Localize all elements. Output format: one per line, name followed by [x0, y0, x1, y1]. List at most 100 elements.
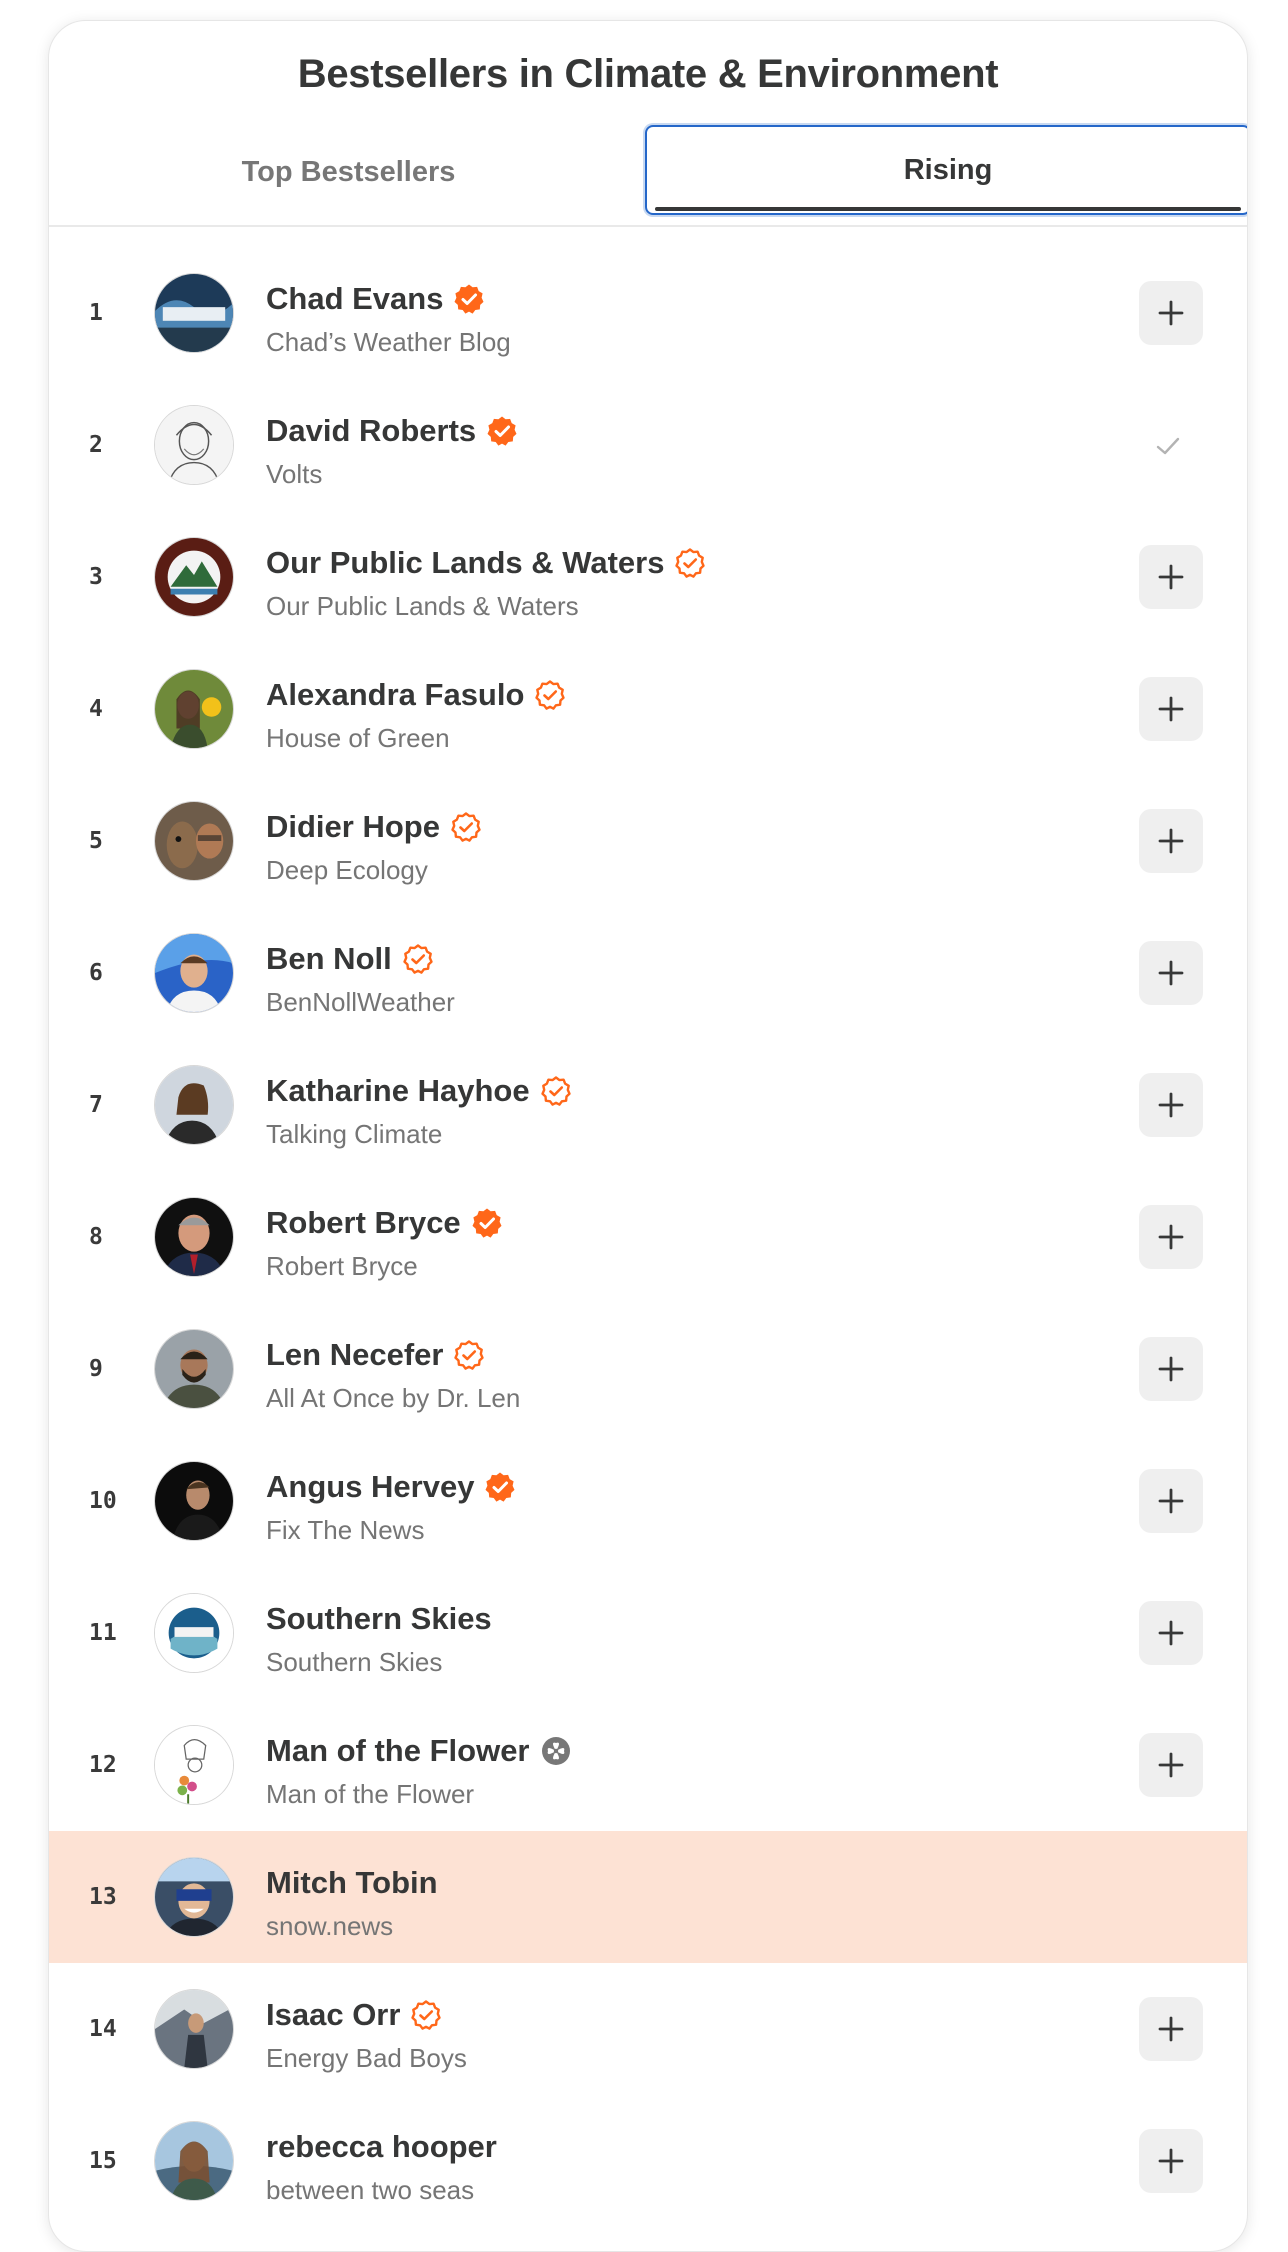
publication-name[interactable]: Deep Ecology — [266, 855, 428, 886]
subscribe-button[interactable] — [1139, 1997, 1203, 2061]
list-item[interactable]: 9 Len Necefer All At Once by Dr. Len — [49, 1303, 1247, 1435]
subscribe-button[interactable] — [1139, 1205, 1203, 1269]
page-title: Bestsellers in Climate & Environment — [297, 51, 999, 96]
author-name[interactable]: Katharine Hayhoe — [266, 1073, 530, 1109]
author-name[interactable]: Southern Skies — [266, 1601, 492, 1637]
subscribe-button[interactable] — [1139, 677, 1203, 741]
rank-number: 2 — [89, 432, 103, 458]
publication-name[interactable]: between two seas — [266, 2175, 474, 2206]
verified-badge-outline-icon — [450, 811, 482, 843]
plus-icon — [1158, 1092, 1184, 1118]
author-name[interactable]: Didier Hope — [266, 809, 440, 845]
publication-name[interactable]: Fix The News — [266, 1515, 424, 1546]
avatar[interactable] — [154, 1857, 234, 1937]
bestseller-list: 1 Chad Evans Chad’s Weather Blog 2 David Rob… — [49, 227, 1247, 2227]
rank-number: 4 — [89, 696, 103, 722]
subscribed-check-icon[interactable] — [1153, 431, 1183, 461]
avatar[interactable] — [154, 405, 234, 485]
verified-badge-outline-icon — [453, 1339, 485, 1371]
subscribe-button[interactable] — [1139, 1337, 1203, 1401]
avatar[interactable] — [154, 1197, 234, 1277]
avatar[interactable] — [154, 933, 234, 1013]
publication-name[interactable]: House of Green — [266, 723, 450, 754]
plus-icon — [1158, 564, 1184, 590]
list-item[interactable]: 7 Katharine Hayhoe Talking Climate — [49, 1039, 1247, 1171]
subscribe-button[interactable] — [1139, 2129, 1203, 2193]
list-item[interactable]: 8 Robert Bryce Robert Bryce — [49, 1171, 1247, 1303]
author-name[interactable]: Ben Noll — [266, 941, 392, 977]
avatar[interactable] — [154, 669, 234, 749]
list-item[interactable]: 4 Alexandra Fasulo House of Green — [49, 643, 1247, 775]
avatar[interactable] — [154, 1593, 234, 1673]
avatar[interactable] — [154, 273, 234, 353]
tab-top-bestsellers[interactable]: Top Bestsellers — [49, 127, 648, 217]
subscribe-button[interactable] — [1139, 1073, 1203, 1137]
avatar[interactable] — [154, 1065, 234, 1145]
rank-number: 12 — [89, 1752, 117, 1778]
list-item[interactable]: 1 Chad Evans Chad’s Weather Blog — [49, 247, 1247, 379]
publication-name[interactable]: Talking Climate — [266, 1119, 442, 1150]
publication-name[interactable]: Our Public Lands & Waters — [266, 591, 579, 622]
author-name[interactable]: Man of the Flower — [266, 1733, 530, 1769]
author-name[interactable]: David Roberts — [266, 413, 476, 449]
plus-icon — [1158, 1752, 1184, 1778]
author-name[interactable]: Chad Evans — [266, 281, 443, 317]
rank-number: 7 — [89, 1092, 103, 1118]
avatar[interactable] — [154, 1725, 234, 1805]
rank-number: 10 — [89, 1488, 117, 1514]
list-item[interactable]: 5 Didier Hope Deep Ecology — [49, 775, 1247, 907]
author-name[interactable]: Angus Hervey — [266, 1469, 474, 1505]
author-name[interactable]: Isaac Orr — [266, 1997, 400, 2033]
author-name[interactable]: rebecca hooper — [266, 2129, 497, 2165]
author-name[interactable]: Len Necefer — [266, 1337, 443, 1373]
verified-badge-icon — [471, 1207, 503, 1239]
list-item[interactable]: 14 Isaac Orr Energy Bad Boys — [49, 1963, 1247, 2095]
verified-badge-icon — [484, 1471, 516, 1503]
avatar[interactable] — [154, 537, 234, 617]
bestsellers-card: Bestsellers in Climate & Environment Top… — [48, 20, 1248, 2252]
publication-name[interactable]: All At Once by Dr. Len — [266, 1383, 520, 1414]
tab-rising[interactable]: Rising — [645, 125, 1247, 215]
publication-name[interactable]: Southern Skies — [266, 1647, 442, 1678]
list-item[interactable]: 13 Mitch Tobin snow.news — [49, 1831, 1247, 1963]
publication-name[interactable]: Man of the Flower — [266, 1779, 474, 1810]
list-item[interactable]: 12 Man of the Flower Man of the Flower — [49, 1699, 1247, 1831]
verified-badge-icon — [453, 283, 485, 315]
subscribe-button[interactable] — [1139, 1469, 1203, 1533]
plus-icon — [1158, 828, 1184, 854]
author-name[interactable]: Robert Bryce — [266, 1205, 461, 1241]
avatar[interactable] — [154, 1989, 234, 2069]
tab-bar: Top Bestsellers Rising — [49, 125, 1247, 227]
list-item[interactable]: 2 David Roberts Volts — [49, 379, 1247, 511]
list-item[interactable]: 10 Angus Hervey Fix The News — [49, 1435, 1247, 1567]
author-name[interactable]: Our Public Lands & Waters — [266, 545, 664, 581]
publication-name[interactable]: snow.news — [266, 1911, 393, 1942]
plus-icon — [1158, 2148, 1184, 2174]
author-name[interactable]: Alexandra Fasulo — [266, 677, 524, 713]
publication-name[interactable]: BenNollWeather — [266, 987, 455, 1018]
avatar[interactable] — [154, 1329, 234, 1409]
rank-number: 6 — [89, 960, 103, 986]
list-item[interactable]: 11 Southern Skies Southern Skies — [49, 1567, 1247, 1699]
publication-name[interactable]: Robert Bryce — [266, 1251, 418, 1282]
list-item[interactable]: 3 Our Public Lands & Waters Our Public Lan… — [49, 511, 1247, 643]
subscribe-button[interactable] — [1139, 1601, 1203, 1665]
author-name[interactable]: Mitch Tobin — [266, 1865, 438, 1901]
subscribe-button[interactable] — [1139, 545, 1203, 609]
verified-badge-icon — [486, 415, 518, 447]
subscribe-button[interactable] — [1139, 941, 1203, 1005]
avatar[interactable] — [154, 801, 234, 881]
plus-icon — [1158, 960, 1184, 986]
verified-badge-outline-icon — [540, 1075, 572, 1107]
subscribe-button[interactable] — [1139, 809, 1203, 873]
list-item[interactable]: 15 rebecca hooper between two seas — [49, 2095, 1247, 2227]
publication-name[interactable]: Energy Bad Boys — [266, 2043, 467, 2074]
avatar[interactable] — [154, 1461, 234, 1541]
publication-name[interactable]: Volts — [266, 459, 322, 490]
avatar[interactable] — [154, 2121, 234, 2201]
subscribe-button[interactable] — [1139, 281, 1203, 345]
list-item[interactable]: 6 Ben Noll BenNollWeather — [49, 907, 1247, 1039]
subscribe-button[interactable] — [1139, 1733, 1203, 1797]
rank-number: 8 — [89, 1224, 103, 1250]
publication-name[interactable]: Chad’s Weather Blog — [266, 327, 511, 358]
